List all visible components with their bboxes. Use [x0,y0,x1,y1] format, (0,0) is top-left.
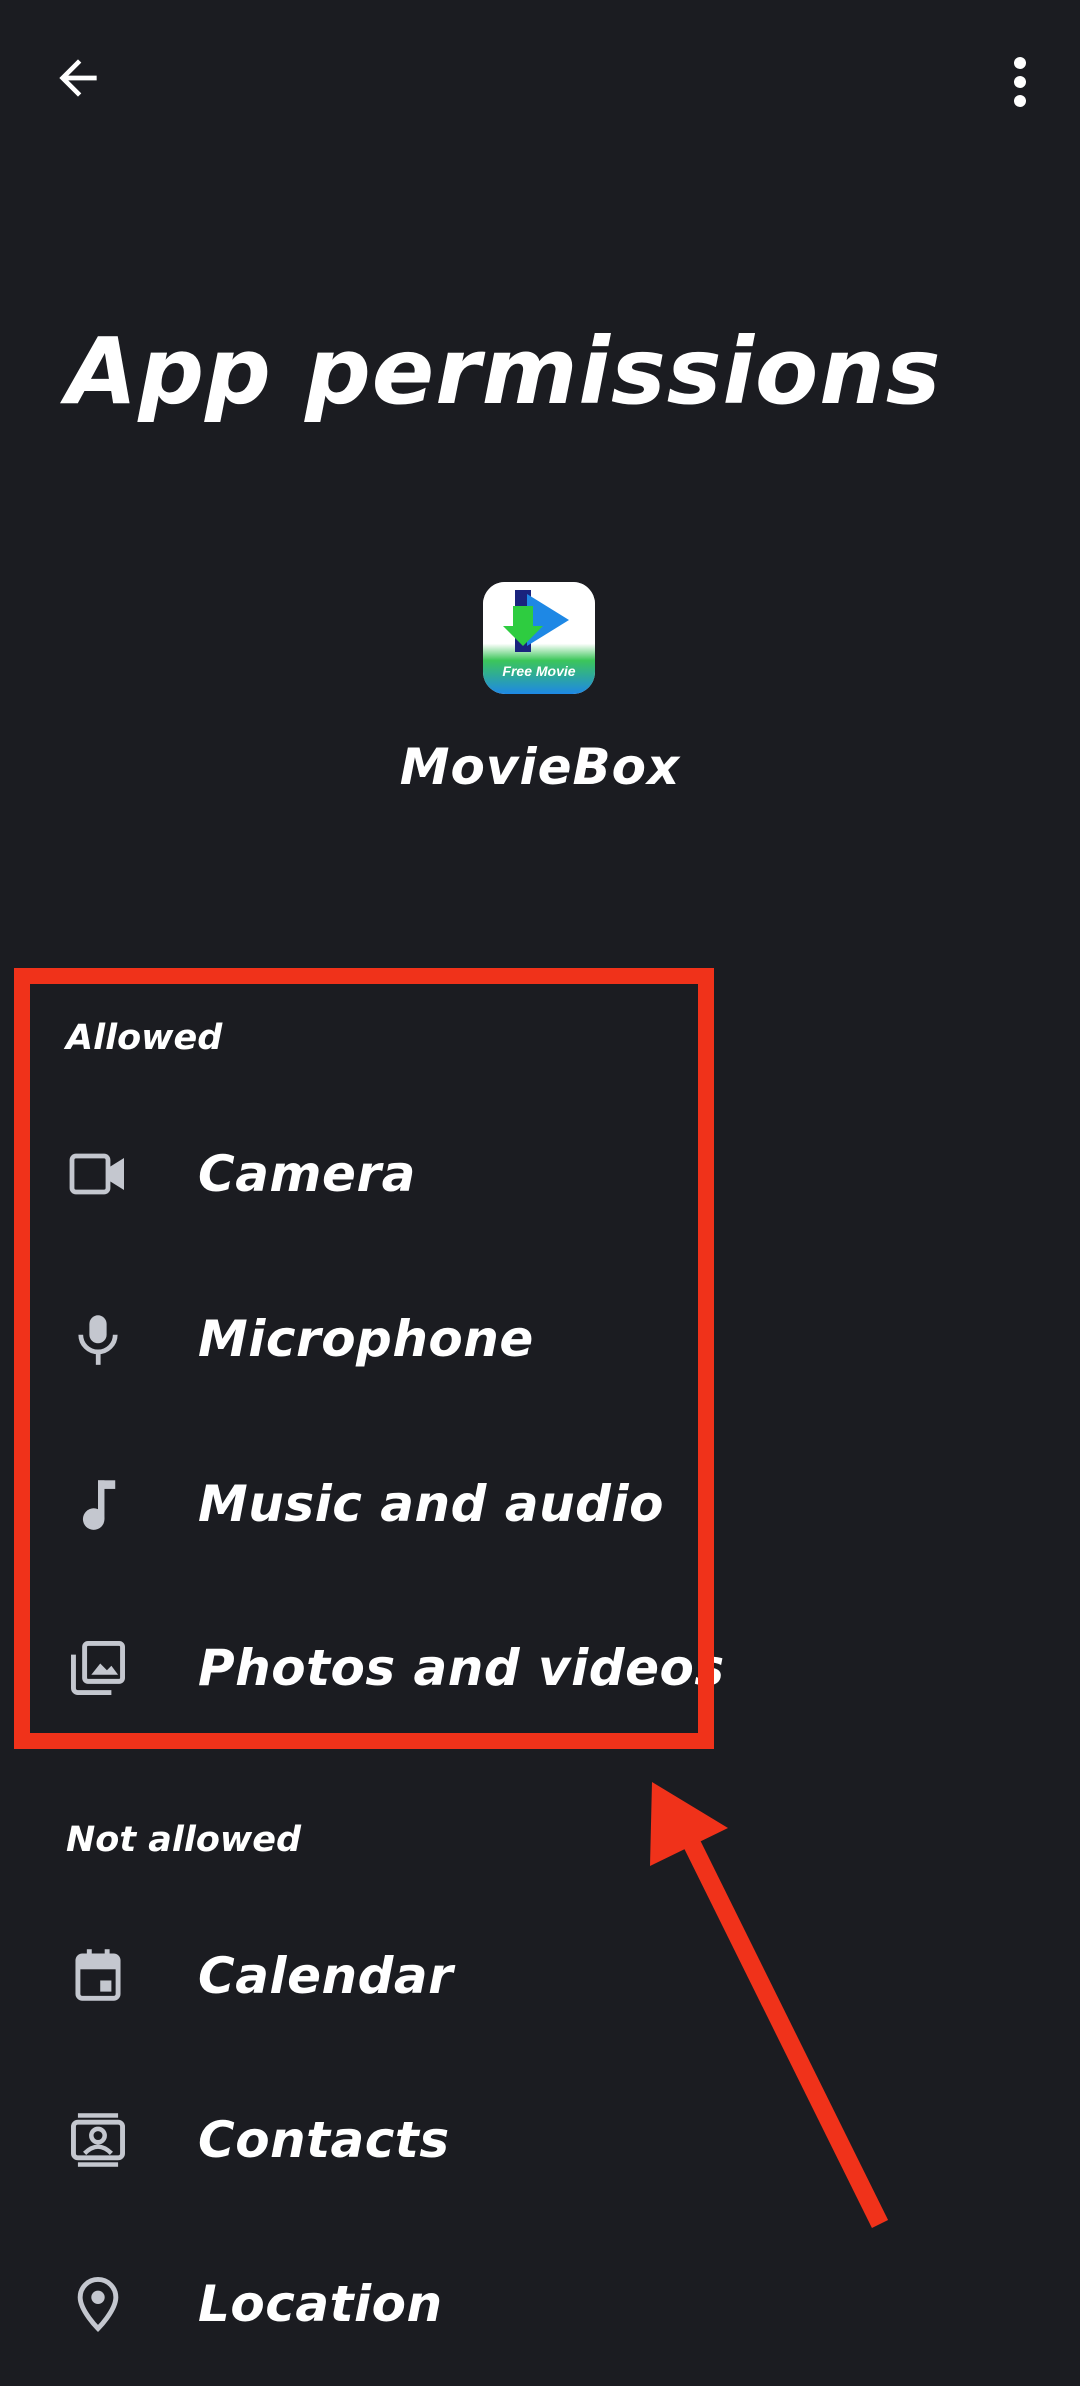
permission-item-music-and-audio[interactable]: Music and audio [0,1422,1080,1586]
permission-item-microphone[interactable]: Microphone [0,1257,1080,1421]
back-button[interactable] [42,42,114,114]
permission-label: Calendar [198,1947,454,2005]
more-vert-icon [1014,57,1026,107]
not-allowed-section-header: Not allowed [66,1820,302,1860]
page-title: App permissions [66,318,942,425]
permission-label: Contacts [198,2111,450,2169]
app-icon: Free Movie [483,582,595,694]
videocam-icon [64,1140,132,1208]
location-pin-icon [64,2270,132,2338]
music-note-icon [64,1470,132,1538]
permission-item-contacts[interactable]: Contacts [0,2058,1080,2222]
permission-item-photos-and-videos[interactable]: Photos and videos [0,1586,1080,1750]
more-options-button[interactable] [984,42,1056,122]
permission-label: Music and audio [198,1475,664,1533]
arrow-left-icon [59,59,97,97]
permission-label: Camera [198,1145,416,1203]
permission-label: Location [198,2275,443,2333]
allowed-section-header: Allowed [66,1018,223,1058]
permission-item-camera[interactable]: Camera [0,1092,1080,1256]
permission-label: Microphone [198,1310,534,1368]
calendar-icon [64,1942,132,2010]
permission-label: Photos and videos [198,1639,725,1697]
permission-item-calendar[interactable]: Calendar [0,1894,1080,2058]
app-icon-caption: Free Movie [502,663,575,679]
photo-library-icon [64,1634,132,1702]
mic-icon [64,1305,132,1373]
top-app-bar [0,0,1080,165]
app-name: MovieBox [399,738,681,796]
permission-item-location[interactable]: Location [0,2222,1080,2386]
contacts-icon [64,2106,132,2174]
